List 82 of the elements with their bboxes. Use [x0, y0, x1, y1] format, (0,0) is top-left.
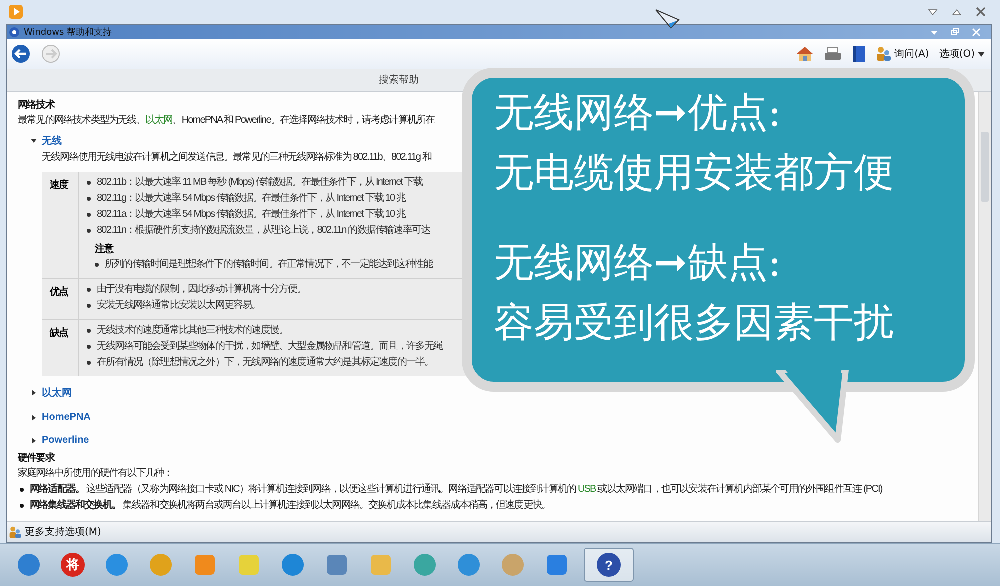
- book-icon[interactable]: [852, 45, 866, 63]
- bullet-item: 802.11a：以最大速率 54 Mbps 传输数据。在最佳条件下，从 Internet 下载 10 兆: [97, 208, 406, 222]
- callout-text: 无线网络➞优点:: [494, 89, 782, 138]
- back-icon[interactable]: [11, 44, 31, 64]
- row-label: 优点: [50, 287, 68, 298]
- ethernet-link[interactable]: 以太网: [145, 115, 173, 126]
- printer-icon[interactable]: [824, 47, 842, 61]
- bullet-icon: [20, 488, 24, 492]
- people-icon: [9, 526, 22, 538]
- square-app-icon: [325, 553, 349, 577]
- people-icon: [876, 46, 892, 62]
- expand-icon: [31, 390, 37, 396]
- square-app-icon: [545, 553, 569, 577]
- expand-icon: [31, 438, 37, 444]
- player-app-icon: [8, 4, 24, 20]
- bullet-item: 网络集线器和交换机。 集线器和交换机将两台或两台以上计算机连接到以太网网络。交换机成本比集线器成本稍高，但速度更快。: [30, 498, 551, 513]
- close-icon[interactable]: [976, 7, 986, 17]
- section-toggle[interactable]: Powerline: [31, 433, 90, 448]
- bullet-item: 在所有情况（除理想情况之外）下，无线网络的速度通常大约是其标定速度的一半。: [97, 356, 434, 370]
- bullet-icon: [87, 345, 91, 349]
- minimize-icon[interactable]: [930, 28, 939, 36]
- bullet-item: 802.11g：以最大速率 54 Mbps 传输数据。在最佳条件下，从 Internet 下载 10 兆: [97, 192, 406, 206]
- forward-icon[interactable]: [41, 44, 61, 64]
- bullet-item: 802.11b：以最大速率 11 MB 每秒 (Mbps) 传输数据。在最佳条件下，从 Internet 下载: [97, 176, 423, 190]
- restore-icon[interactable]: [951, 28, 960, 36]
- bullet-item: 802.11n：根据硬件所支持的数据流数量，从理论上说，802.11n 的数据传输速率可达: [97, 224, 430, 238]
- square-app-icon: [193, 553, 217, 577]
- row-label: 缺点: [50, 328, 68, 339]
- bullet-icon: [87, 304, 91, 308]
- more-support-button[interactable]: 更多支持选项(M): [9, 525, 102, 539]
- bullet-icon: [87, 213, 91, 217]
- caret-icon: [978, 52, 985, 56]
- section-toggle[interactable]: 无线: [31, 132, 62, 150]
- bullet-item: 所列的传输时间是理想条件下的传输时间。在正常情况下，不一定能达到这种性能: [105, 258, 433, 272]
- bullet-item: 网络适配器。 这些适配器（又称为网络接口卡或 NIC）将计算机连接到网络，以便这些计算机进行通讯。网络适配器可以连接到计算机的 USB 或以太网端口，也可以安装在计算机内部某个可用的外围组件互连 (PCI): [30, 482, 882, 497]
- hardware-heading: 硬件要求: [18, 452, 56, 466]
- bullet-item: 由于没有电缆的限制，因此移动计算机将十分方便。: [97, 282, 306, 297]
- bullet-item: 安装无线网络通常比安装以太网更容易。: [97, 298, 261, 313]
- scrollbar[interactable]: [978, 92, 991, 521]
- expand-icon: [31, 414, 37, 420]
- callout-text: 无线网络➞缺点:: [494, 239, 782, 288]
- bullet-icon: [87, 181, 91, 185]
- cursor-icon: [655, 8, 681, 30]
- bullet-icon: [87, 229, 91, 233]
- bullet-item: 无线技术的速度通常比其他三种技术的速度慢。: [97, 324, 288, 338]
- minimize-icon[interactable]: [928, 8, 938, 16]
- section-toggle[interactable]: 以太网: [31, 384, 72, 402]
- bullet-icon: [95, 263, 99, 267]
- circle-app-icon: [17, 553, 41, 577]
- home-icon[interactable]: [796, 46, 814, 62]
- search-field[interactable]: 搜索帮助: [362, 74, 436, 86]
- help-icon: [9, 26, 20, 38]
- circle-app-icon: [501, 553, 525, 577]
- square-app-icon: [369, 553, 393, 577]
- taskbar-app[interactable]: ?: [584, 548, 634, 582]
- circle-app-icon: [457, 553, 481, 577]
- expand-icon: [31, 138, 37, 144]
- note-title: 注意: [95, 243, 115, 257]
- ask-button[interactable]: 询问(A): [876, 46, 930, 62]
- callout-text: 无电缆使用安装都方便: [494, 149, 895, 198]
- hardware-intro: 家庭网络中所使用的硬件有以下几种：: [18, 466, 174, 481]
- circle-app-icon: [281, 553, 305, 577]
- window-title: Windows 帮助和支持: [24, 26, 112, 38]
- usb-link[interactable]: USB: [578, 484, 596, 495]
- taskbar-app[interactable]: 将: [56, 548, 90, 582]
- bullet-icon: [87, 361, 91, 365]
- circle-app-icon: [413, 553, 437, 577]
- bullet-icon: [87, 288, 91, 292]
- square-app-icon: [237, 553, 261, 577]
- section-description: 无线网络使用无线电波在计算机之间发送信息。最常见的三种无线网络标准为 802.11b、802.11g 和: [41, 150, 433, 165]
- bullet-icon: [20, 504, 24, 508]
- section-toggle[interactable]: HomePNA: [31, 410, 91, 425]
- callout-text: 容易受到很多因素干扰: [494, 299, 895, 348]
- bullet-icon: [87, 197, 91, 201]
- bullet-item: 无线网络可能会受到某些物体的干扰，如墙壁、大型金属物品和管道。而且，许多无绳: [97, 340, 443, 354]
- article-heading: 网络技术: [18, 99, 56, 113]
- circle-app-icon: [105, 553, 129, 577]
- options-button[interactable]: 选项(O): [939, 47, 985, 61]
- row-label: 速度: [50, 180, 68, 191]
- circle-app-icon: [149, 553, 173, 577]
- bullet-icon: [87, 329, 91, 333]
- maximize-icon[interactable]: [952, 8, 962, 16]
